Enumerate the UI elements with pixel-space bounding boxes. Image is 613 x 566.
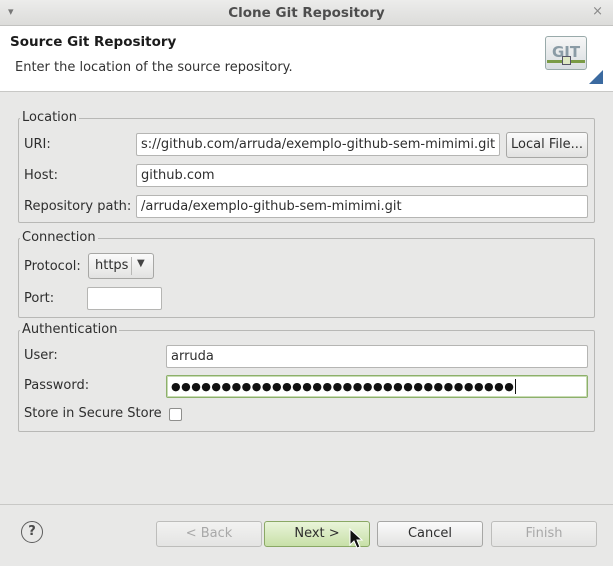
password-dots: ●●●●●●●●●●●●●●●●●●●●●●●●●●●●●●●●●● — [171, 380, 515, 393]
footer-divider — [0, 504, 613, 505]
password-input[interactable]: ●●●●●●●●●●●●●●●●●●●●●●●●●●●●●●●●●● — [166, 375, 588, 398]
chevron-down-icon: ▼ — [137, 258, 145, 269]
uri-label: URI: — [24, 137, 51, 152]
close-icon[interactable]: × — [592, 4, 603, 19]
git-logo-icon: GIT — [545, 34, 603, 84]
page-title: Source Git Repository — [10, 34, 177, 50]
port-label: Port: — [24, 291, 55, 306]
host-label: Host: — [24, 168, 58, 183]
protocol-value: https — [95, 258, 129, 273]
connection-legend: Connection — [20, 230, 98, 245]
cancel-button[interactable]: Cancel — [377, 521, 483, 547]
page-description: Enter the location of the source reposit… — [15, 60, 293, 75]
text-caret — [515, 379, 517, 394]
port-input[interactable] — [87, 287, 162, 310]
store-secure-checkbox[interactable] — [169, 408, 182, 421]
protocol-label: Protocol: — [24, 259, 81, 274]
repository-path-input[interactable]: /arruda/exemplo-github-sem-mimimi.git — [136, 195, 588, 218]
repository-path-label: Repository path: — [24, 199, 132, 214]
help-icon[interactable]: ? — [21, 521, 43, 543]
finish-button[interactable]: Finish — [491, 521, 597, 547]
location-legend: Location — [20, 110, 79, 125]
local-file-button[interactable]: Local File... — [506, 132, 588, 158]
wizard-banner: Source Git Repository Enter the location… — [0, 26, 613, 92]
window-title: Clone Git Repository — [228, 5, 385, 21]
authentication-legend: Authentication — [20, 322, 120, 337]
back-button[interactable]: < Back — [156, 521, 262, 547]
password-label: Password: — [24, 378, 90, 393]
store-secure-label: Store in Secure Store — [24, 406, 162, 421]
protocol-select[interactable]: https ▼ — [88, 253, 154, 279]
user-input[interactable]: arruda — [166, 345, 588, 368]
mouse-pointer-icon — [349, 528, 364, 549]
user-label: User: — [24, 348, 58, 363]
title-bar: ▾ Clone Git Repository × — [0, 0, 613, 26]
uri-input[interactable]: s://github.com/arruda/exemplo-github-sem… — [136, 133, 500, 156]
host-input[interactable]: github.com — [136, 164, 588, 187]
